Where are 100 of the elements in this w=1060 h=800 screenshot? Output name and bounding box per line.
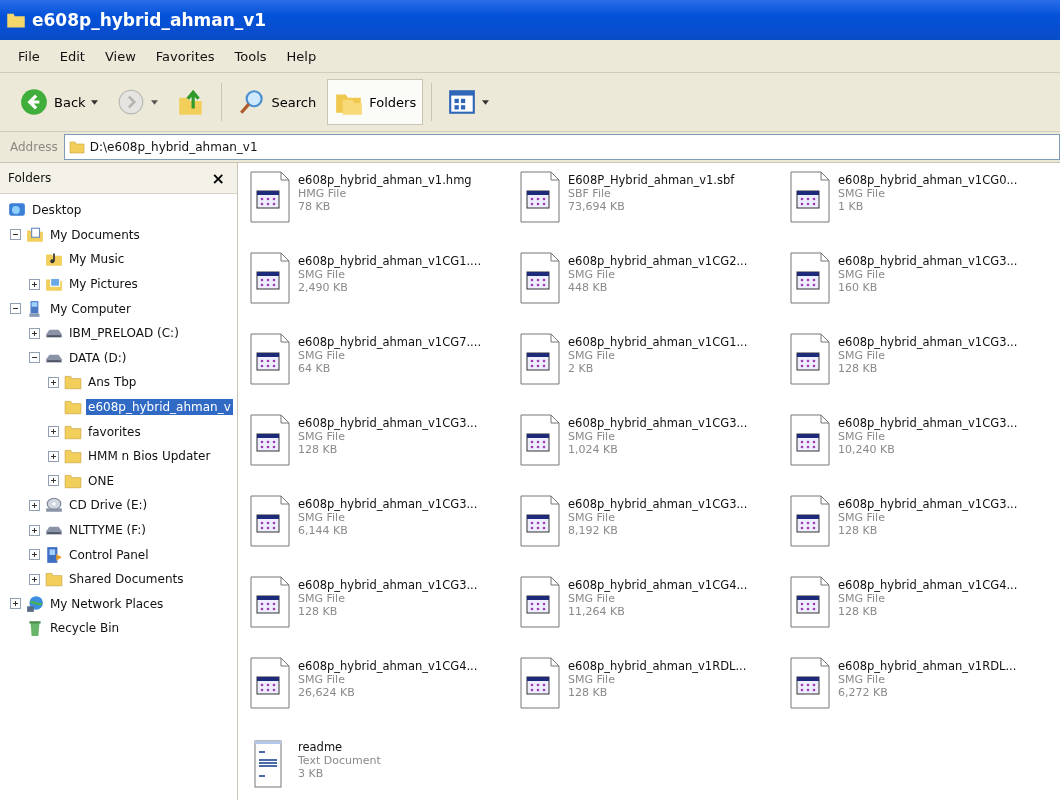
file-size: 128 KB — [568, 686, 609, 699]
file-type: SMG File — [838, 592, 886, 605]
expand-toggle[interactable] — [28, 499, 40, 511]
tree-item[interactable]: NLTTYME (F:) — [67, 522, 148, 538]
file-type: SMG File — [298, 592, 346, 605]
file-icon — [250, 252, 290, 304]
tree-item[interactable]: e608p_hybrid_ahman_v — [86, 399, 233, 416]
tree-item[interactable]: My Music — [67, 251, 127, 268]
file-name: readme — [298, 740, 344, 754]
tree-item[interactable]: Control Panel — [67, 546, 151, 563]
tree-item[interactable]: CD Drive (E:) — [67, 497, 150, 514]
collapse-toggle[interactable] — [9, 229, 21, 241]
file-name: e608p_hybrid_ahman_v1CG4... — [568, 578, 748, 592]
expand-toggle[interactable] — [47, 376, 59, 388]
expand-toggle[interactable] — [28, 278, 40, 290]
tree-item[interactable]: My Documents — [48, 226, 142, 243]
folder-icon — [45, 570, 63, 589]
menu-item[interactable]: Edit — [51, 46, 93, 66]
dropdown-caret-icon — [90, 99, 98, 105]
pane-title: Folders — [8, 171, 52, 185]
file-icon — [250, 657, 290, 709]
recycle-bin-icon — [26, 619, 44, 638]
address-label: Address — [10, 140, 58, 154]
back-button[interactable]: Back — [12, 79, 105, 125]
file-size: 6,272 KB — [838, 686, 889, 699]
folders-button[interactable]: Folders — [327, 79, 424, 125]
file-size: 73,694 KB — [568, 200, 626, 213]
file-name: e608p_hybrid_ahman_v1CG3... — [838, 254, 1018, 268]
menu-item[interactable]: Help — [278, 46, 325, 66]
views-icon — [447, 87, 478, 117]
file-icon — [250, 333, 290, 385]
menu-item[interactable]: View — [96, 46, 144, 66]
collapse-toggle[interactable] — [9, 303, 21, 315]
file-name: e608p_hybrid_ahman_v1CG3... — [568, 416, 748, 430]
folder-icon — [26, 225, 44, 244]
tree-item[interactable]: My Pictures — [67, 276, 140, 293]
expand-toggle[interactable] — [47, 450, 59, 462]
file-type: Text Document — [298, 754, 381, 767]
file-icon — [790, 252, 830, 304]
file-type: SMG File — [568, 511, 616, 524]
file-size: 26,624 KB — [298, 686, 356, 699]
file-type: SMG File — [568, 430, 616, 443]
folder-icon — [64, 373, 82, 392]
expand-toggle[interactable] — [47, 426, 59, 438]
expand-toggle[interactable] — [9, 598, 21, 610]
menu-item[interactable]: Tools — [226, 46, 275, 66]
file-type: SMG File — [838, 349, 886, 362]
tree-item[interactable]: My Network Places — [48, 595, 166, 612]
file-icon — [790, 657, 830, 709]
address-field[interactable]: D:\e608p_hybrid_ahman_v1 — [63, 134, 1060, 160]
control-panel-icon — [45, 545, 63, 564]
expand-toggle[interactable] — [28, 573, 40, 585]
tree-item[interactable]: HMM n Bios Updater — [86, 448, 213, 465]
tree-item[interactable]: My Computer — [48, 300, 133, 317]
file-size: 128 KB — [298, 443, 339, 456]
file-icon — [250, 171, 290, 223]
file-icon — [790, 333, 830, 385]
file-icon — [250, 495, 290, 547]
search-button[interactable]: Search — [229, 79, 324, 125]
file-name: e608p_hybrid_ahman_v1CG3... — [298, 578, 478, 592]
file-name: e608p_hybrid_ahman_v1CG2... — [568, 254, 748, 268]
file-type: SMG File — [838, 187, 886, 200]
file-size: 128 KB — [838, 524, 879, 537]
tree-item[interactable]: Ans Tbp — [86, 374, 139, 391]
menu-item[interactable]: Favorites — [147, 46, 223, 66]
expand-toggle[interactable] — [28, 549, 40, 561]
file-type: SMG File — [838, 268, 886, 281]
menu-item[interactable]: File — [10, 46, 48, 66]
file-name: e608p_hybrid_ahman_v1CG3... — [838, 335, 1018, 349]
file-name: e608p_hybrid_ahman_v1RDL... — [568, 659, 747, 673]
file-size: 2,490 KB — [298, 281, 349, 294]
tree-item[interactable]: Shared Documents — [67, 571, 186, 588]
file-size: 10,240 KB — [838, 443, 896, 456]
expand-toggle[interactable] — [28, 524, 40, 536]
tree-item[interactable]: ONE — [86, 472, 116, 489]
tree-item[interactable]: Desktop — [30, 202, 84, 219]
file-icon — [790, 576, 830, 628]
file-icon — [250, 414, 290, 466]
file-size: 1 KB — [838, 200, 865, 213]
file-type: SMG File — [838, 673, 886, 686]
file-size: 1,024 KB — [568, 443, 619, 456]
file-name: e608p_hybrid_ahman_v1CG3... — [838, 497, 1018, 511]
expand-toggle[interactable] — [47, 475, 59, 487]
file-name: e608p_hybrid_ahman_v1.hmg — [298, 173, 472, 187]
expand-toggle[interactable] — [28, 327, 40, 339]
tree-item[interactable]: DATA (D:) — [67, 349, 129, 366]
tree-item[interactable]: IBM_PRELOAD (C:) — [67, 325, 181, 342]
close-button[interactable]: × — [207, 168, 229, 188]
folder-icon — [68, 139, 85, 155]
tree-item[interactable]: favorites — [86, 423, 143, 440]
tree-item[interactable]: Recycle Bin — [48, 620, 122, 637]
file-name: e608p_hybrid_ahman_v1RDL... — [838, 659, 1017, 673]
file-type: SMG File — [568, 592, 616, 605]
file-name: e608p_hybrid_ahman_v1CG1... — [568, 335, 748, 349]
file-size: 2 KB — [568, 362, 595, 375]
collapse-toggle[interactable] — [28, 352, 40, 364]
file-type: SMG File — [298, 349, 346, 362]
file-name: e608p_hybrid_ahman_v1CG3... — [838, 416, 1018, 430]
file-name: e608p_hybrid_ahman_v1CG4... — [838, 578, 1018, 592]
file-icon — [520, 171, 560, 223]
